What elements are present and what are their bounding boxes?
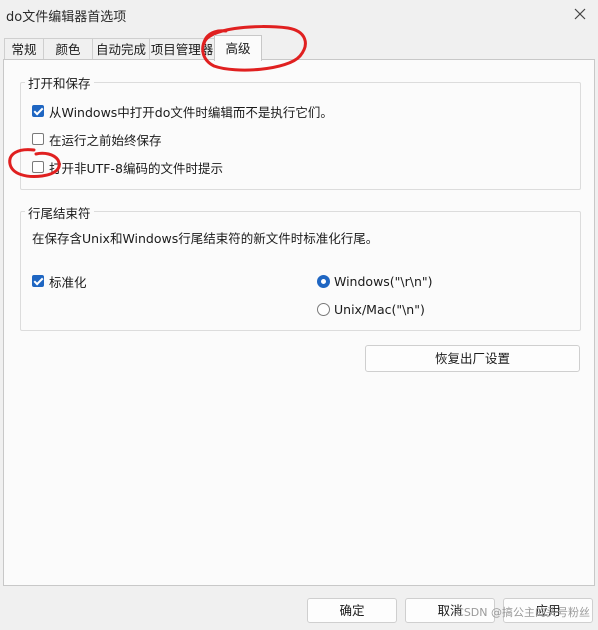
edit-instead-of-execute-option[interactable]: 从Windows中打开do文件时编辑而不是执行它们。 xyxy=(32,102,333,120)
line-endings-group-title: 行尾结束符 xyxy=(25,203,94,222)
tab-advanced[interactable]: 高级 xyxy=(214,35,262,61)
tab-general[interactable]: 常规 xyxy=(4,38,44,59)
close-button[interactable] xyxy=(570,4,590,24)
radio-unix-mac[interactable] xyxy=(317,302,330,316)
restore-defaults-button[interactable]: 恢复出厂设置 xyxy=(365,345,580,372)
tab-colors[interactable]: 颜色 xyxy=(43,38,93,59)
always-save-before-run-option[interactable]: 在运行之前始终保存 xyxy=(32,130,162,148)
window-title: do文件编辑器首选项 xyxy=(6,10,127,25)
prompt-non-utf8-label: 打开非UTF-8编码的文件时提示 xyxy=(49,160,223,176)
ok-button[interactable]: 确定 xyxy=(307,598,397,623)
always-save-before-run-label: 在运行之前始终保存 xyxy=(49,132,162,148)
tab-project-manager[interactable]: 项目管理器 xyxy=(149,38,215,59)
radio-windows[interactable] xyxy=(317,274,330,288)
edit-instead-of-execute-checkbox[interactable] xyxy=(32,105,44,117)
normalize-option[interactable]: 标准化 xyxy=(32,272,87,290)
line-endings-description: 在保存含Unix和Windows行尾结束符的新文件时标准化行尾。 xyxy=(32,231,379,246)
edit-instead-of-execute-label: 从Windows中打开do文件时编辑而不是执行它们。 xyxy=(49,104,333,120)
tab-autocomplete[interactable]: 自动完成 xyxy=(92,38,150,59)
title-bar: do文件编辑器首选项 xyxy=(0,0,598,30)
radio-unix-mac-label: Unix/Mac("\n") xyxy=(334,301,425,317)
tab-panel-advanced: 打开和保存 从Windows中打开do文件时编辑而不是执行它们。 在运行之前始终… xyxy=(3,59,595,586)
normalize-checkbox[interactable] xyxy=(32,275,44,287)
prompt-non-utf8-checkbox[interactable] xyxy=(32,161,44,173)
close-icon xyxy=(574,8,586,20)
prompt-non-utf8-option[interactable]: 打开非UTF-8编码的文件时提示 xyxy=(32,158,223,176)
radio-unix-mac-option[interactable]: Unix/Mac("\n") xyxy=(317,300,425,318)
radio-windows-option[interactable]: Windows("\r\n") xyxy=(317,272,433,290)
normalize-label: 标准化 xyxy=(49,274,87,290)
watermark: CSDN @搞公主的头号粉丝 xyxy=(456,606,590,619)
always-save-before-run-checkbox[interactable] xyxy=(32,133,44,145)
radio-windows-label: Windows("\r\n") xyxy=(334,273,433,289)
tab-strip: 常规 颜色 自动完成 项目管理器 高级 xyxy=(0,35,598,61)
open-save-group-title: 打开和保存 xyxy=(25,73,94,92)
